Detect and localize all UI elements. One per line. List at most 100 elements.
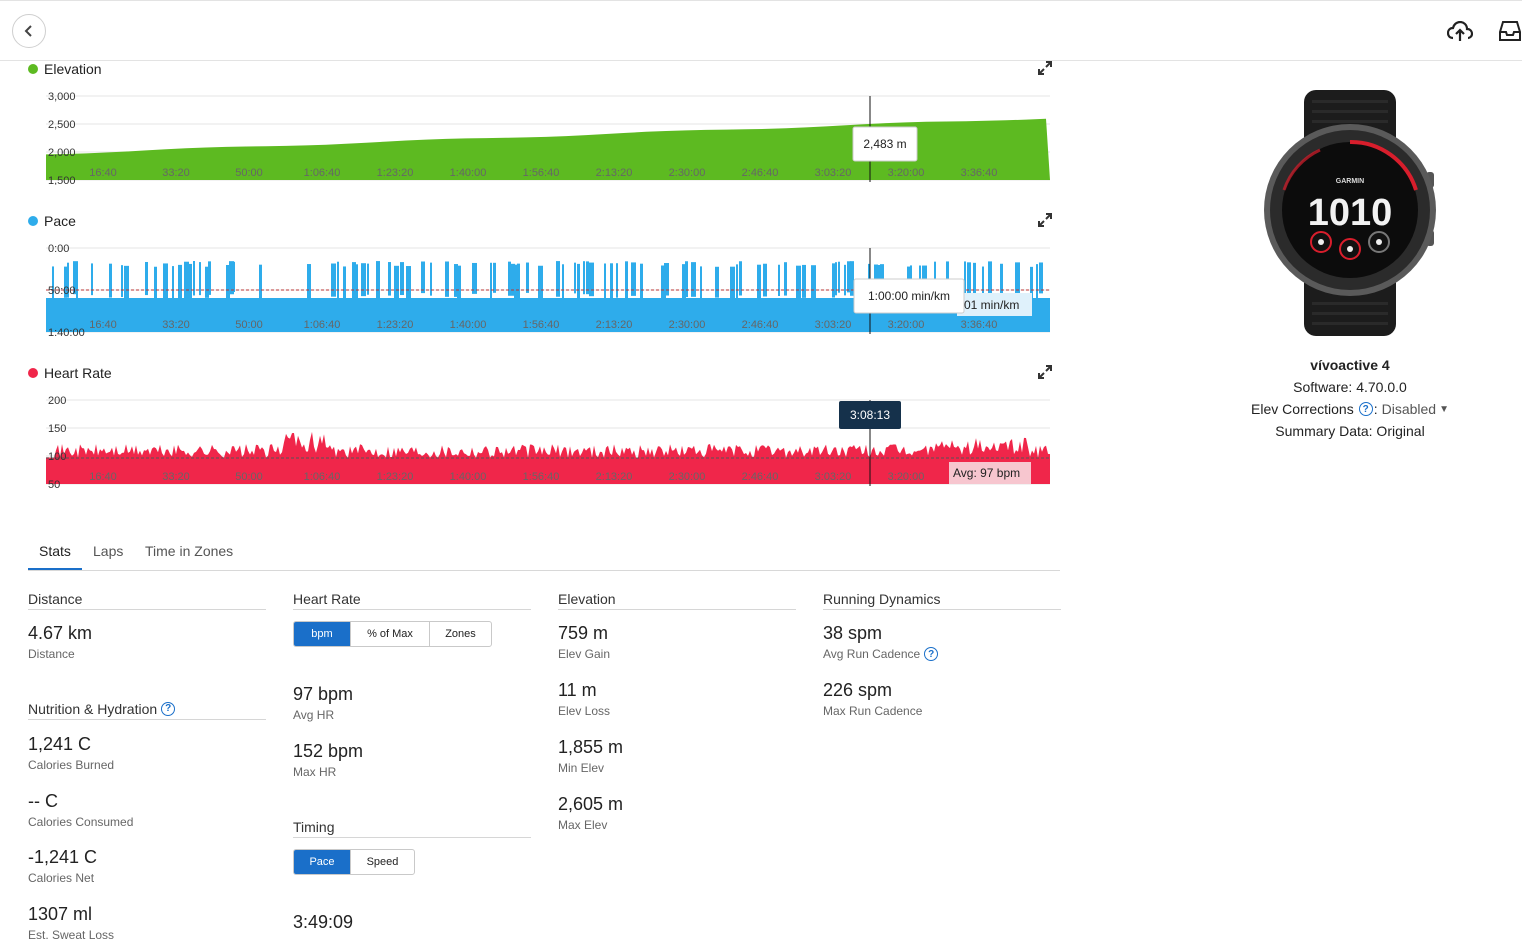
hr-toggle-zones[interactable]: Zones xyxy=(430,622,491,646)
x-tick-label: 2:46:40 xyxy=(742,167,779,179)
stats-column-1: Distance 4.67 km Distance Nutrition & Hy… xyxy=(28,590,266,942)
help-icon[interactable]: ? xyxy=(924,647,939,661)
x-tick-label: 1:06:40 xyxy=(304,167,341,179)
elevation-legend: Elevation xyxy=(28,60,102,78)
pace-legend-label: Pace xyxy=(44,213,76,229)
caret-down-icon[interactable]: ▼ xyxy=(1439,404,1449,415)
pace-spike xyxy=(574,262,576,294)
pace-spike xyxy=(445,261,449,297)
x-tick-label: 2:46:40 xyxy=(742,471,779,483)
stat-value: 11 m xyxy=(558,680,597,700)
pace-spike xyxy=(526,262,529,293)
stat-sweat-loss: 1307 ml Est. Sweat Loss xyxy=(28,904,114,942)
x-tick-label: 16:40 xyxy=(89,167,117,179)
pace-spike xyxy=(394,265,399,303)
pace-spike xyxy=(517,263,520,304)
pace-spike xyxy=(154,266,157,306)
pace-spike xyxy=(631,262,636,296)
stat-label: Elev Loss xyxy=(558,704,611,718)
pace-spike xyxy=(700,266,702,299)
pace-spike xyxy=(736,264,738,300)
stat-value: 759 m xyxy=(558,623,609,643)
x-tick-label: 1:06:40 xyxy=(304,471,341,483)
heart-rate-legend-label: Heart Rate xyxy=(44,365,112,381)
tab-time-in-zones[interactable]: Time in Zones xyxy=(145,543,233,568)
stat-elev-loss: 11 m Elev Loss xyxy=(558,680,610,718)
pace-legend: Pace xyxy=(28,212,76,230)
pace-spike xyxy=(586,261,589,295)
pace-spike xyxy=(850,261,854,296)
pace-plot[interactable]: 0:00 50:00 1:40:00 16:40 33:20 50:00 1:06:40 1:… xyxy=(28,232,1058,337)
upload-cloud-icon[interactable] xyxy=(1447,21,1473,43)
pace-spike xyxy=(361,263,366,297)
stat-time: 3:49:09 xyxy=(293,912,353,934)
elev-corrections-value[interactable]: Disabled xyxy=(1382,401,1436,417)
pace-spike xyxy=(163,263,168,303)
pace-spike xyxy=(610,263,613,299)
tab-laps[interactable]: Laps xyxy=(93,543,123,568)
pace-chart: Pace 0:00 50:00 1:40:00 16:40 33:20 50:00 1:06… xyxy=(28,212,1058,337)
pace-spike xyxy=(376,261,380,301)
section-title-text: Running Dynamics xyxy=(823,590,941,607)
pace-spike xyxy=(1036,264,1038,303)
timing-toggle-speed[interactable]: Speed xyxy=(351,850,414,874)
stat-value: 38 spm xyxy=(823,623,883,643)
elevation-plot[interactable]: 3,000 2,500 2,000 1,500 16:40 33:20 50:00 1:06:… xyxy=(28,80,1058,185)
x-tick-label: 50:00 xyxy=(235,471,263,483)
section-title-text: Elevation xyxy=(558,590,616,607)
pace-spike xyxy=(832,263,835,298)
x-tick-label: 16:40 xyxy=(89,319,117,331)
pace-spike xyxy=(778,264,780,296)
pace-spike xyxy=(430,262,432,296)
x-tick-label: 2:13:20 xyxy=(596,167,633,179)
x-tick-label: 50:00 xyxy=(235,167,263,179)
hr-toggle-percent-max[interactable]: % of Max xyxy=(351,622,430,646)
pace-spike xyxy=(124,265,129,304)
stat-value: -- C xyxy=(28,791,58,811)
timing-toggle-pace[interactable]: Pace xyxy=(294,850,351,874)
stat-avg-hr: 97 bpm Avg HR xyxy=(293,684,353,722)
pace-spike xyxy=(640,263,643,304)
x-tick-label: 1:56:40 xyxy=(523,319,560,331)
cursor-time-label: 3:08:13 xyxy=(850,408,890,422)
watch-image: GARMIN 1010 xyxy=(1264,90,1436,336)
back-button[interactable] xyxy=(12,14,46,48)
stat-max-elev: 2,605 m Max Elev xyxy=(558,794,623,832)
expand-icon[interactable] xyxy=(1038,365,1052,379)
pace-spike xyxy=(538,265,543,306)
pace-spike xyxy=(802,264,806,298)
expand-icon[interactable] xyxy=(1038,213,1052,227)
help-icon[interactable]: ? xyxy=(161,701,176,716)
pace-spike xyxy=(472,262,477,294)
elevation-section-title: Elevation xyxy=(558,590,796,610)
section-title-text: Distance xyxy=(28,590,83,607)
x-tick-label: 3:36:40 xyxy=(961,319,998,331)
stat-label: Avg HR xyxy=(293,708,335,722)
pace-spike xyxy=(562,264,564,304)
pace-spike xyxy=(199,262,201,296)
help-icon[interactable]: ? xyxy=(1358,402,1373,416)
hr-toggle-bpm[interactable]: bpm xyxy=(294,622,351,646)
expand-icon[interactable] xyxy=(1038,61,1052,75)
section-title-text: Nutrition & Hydration xyxy=(28,700,158,717)
stats-column-4: Running Dynamics 38 spm Avg Run Cadence?… xyxy=(823,590,1061,740)
tab-stats[interactable]: Stats xyxy=(28,543,82,570)
pace-spike xyxy=(490,262,492,302)
watch-brand: GARMIN xyxy=(1336,178,1364,185)
heart-rate-section-title: Heart Rate xyxy=(293,590,531,610)
heart-rate-plot[interactable]: 200 150 100 50 16:40 33:20 50:00 1:06:40 1:23:20… xyxy=(28,384,1058,489)
y-tick-label: 100 xyxy=(48,451,66,463)
stat-label: Max Elev xyxy=(558,818,608,832)
stat-max-cadence: 226 spm Max Run Cadence xyxy=(823,680,922,718)
x-tick-label: 2:30:00 xyxy=(669,471,706,483)
pace-spike xyxy=(331,263,336,297)
hr-unit-toggle: bpm % of Max Zones xyxy=(293,621,492,647)
pace-spike xyxy=(493,262,496,293)
x-tick-label: 50:00 xyxy=(235,319,263,331)
inbox-icon[interactable] xyxy=(1498,21,1522,41)
pace-spike xyxy=(604,263,606,301)
pace-spike xyxy=(616,263,618,298)
pace-spike xyxy=(406,266,411,302)
stat-calories-burned: 1,241 C Calories Burned xyxy=(28,734,114,772)
stat-calories-net: -1,241 C Calories Net xyxy=(28,847,97,885)
